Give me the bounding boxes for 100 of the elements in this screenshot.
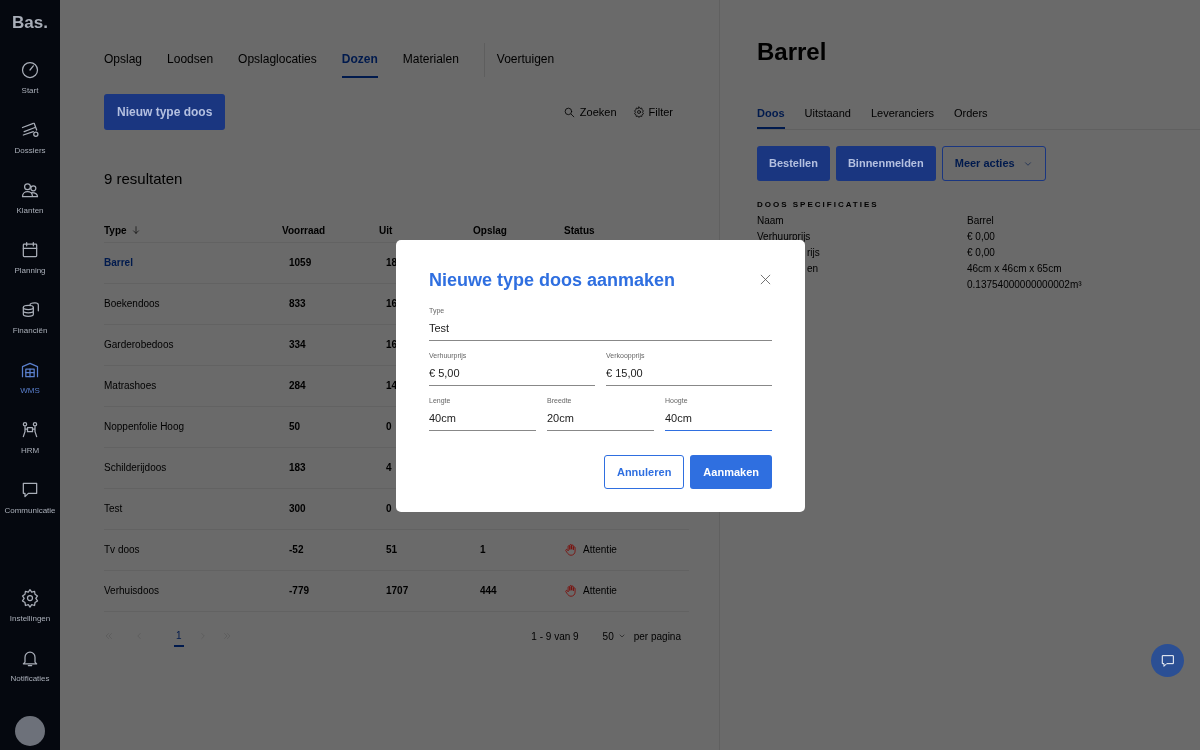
table-cell[interactable]: Garderobedoos [104,337,174,352]
sidebar-item[interactable]: Planning [14,239,46,300]
result-count: 9 resultaten [104,169,184,189]
table-cell-text: 50 [288,420,302,434]
more-actions-dropdown[interactable]: Meer acties [941,146,1046,181]
table-cell-text: 1059 [288,256,313,270]
spec-label: en [807,263,819,275]
table-cell-text: 51 [385,543,398,557]
spec-value: € 0,00 [967,231,995,243]
settings-icon [20,588,40,608]
search-button[interactable]: Zoeken [562,103,617,121]
section-title: DOOS SPECIFICATIES [757,198,879,211]
table-cell-text: 1 [479,543,487,557]
table-cell-text: 16 [385,297,398,311]
table-cell[interactable]: Test [104,501,123,516]
detail-tab[interactable]: Uitstaand [804,98,851,130]
calendar-icon [20,239,40,260]
input-field[interactable]: 40cm [665,406,772,431]
action-button[interactable]: Bestellen [757,146,830,181]
input-field[interactable]: 40cm [429,406,536,431]
nav-tab[interactable]: Loodsen [167,42,214,78]
table-cell-text: -779 [288,584,310,598]
table-cell-text: 14 [385,379,398,393]
spec-value: € 0,00 [967,247,995,259]
spec-value: 46cm x 46cm x 65cm [967,263,1062,275]
table-cell-text: -52 [288,543,305,557]
sidebar-item[interactable]: Klanten [16,179,44,240]
input-field[interactable]: Test [429,316,772,341]
detail-tab[interactable]: Doos [757,98,785,130]
sidebar-item[interactable]: Communicatie [4,479,56,540]
per-page-label: per pagina [633,629,681,644]
new-type-button[interactable]: Nieuw type doos [104,94,226,130]
table-cell[interactable]: Barrel [104,255,133,270]
column-header: Uit [379,223,394,238]
column-header[interactable]: Type [104,222,141,238]
sort-arrow-icon [130,225,141,235]
table-cell-text: 18 [385,256,398,270]
table-cell-text: 334 [288,338,307,352]
nav-tab[interactable]: Opslag [104,42,143,78]
sidebar-item[interactable]: Dossiers [14,119,46,180]
spec-label: Verhuurprijs [757,231,811,243]
table-cell-text: 16 [385,338,398,352]
detail-tab[interactable]: Orders [953,98,988,130]
gear-icon [632,106,645,118]
per-page-dropdown[interactable]: 50 [602,628,626,644]
detail-tab[interactable]: Leveranciers [871,98,934,130]
nav-tab[interactable]: Voertuigen [496,42,555,78]
table-cell-text: 300 [288,502,307,516]
spec-label: Naam [757,215,784,227]
action-button[interactable]: Binnenmelden [835,146,936,181]
table-cell[interactable]: Noppenfolie Hoog [104,419,185,434]
page-range: 1 - 9 van 9 [531,629,579,644]
avatar-circle[interactable] [15,716,45,746]
page-link[interactable]: 1 [174,625,184,647]
detail-title: Barrel [757,38,827,67]
app-logo: Bas. [12,12,48,34]
hand-icon [564,542,578,557]
cancel-button[interactable]: Annuleren [603,454,685,490]
dialog-title: Nieuwe type doos aanmaken [429,270,676,292]
table-cell-text: 284 [288,379,307,393]
nav-tab[interactable]: Opslaglocaties [238,42,317,78]
spec-value: 0.13754000000000002m³ [967,279,1082,291]
nav-tab[interactable]: Dozen [341,42,378,78]
input-field[interactable]: 20cm [547,406,654,431]
close-button[interactable] [759,273,772,286]
chat-icon [1159,652,1176,669]
sidebar-item[interactable]: WMS [20,359,40,420]
filter-button[interactable]: Filter [632,103,673,121]
coins-icon [20,299,40,320]
create-button[interactable]: Aanmaken [690,454,772,490]
sidebar-item[interactable]: HRM [20,419,40,480]
spec-value: Barrel [967,215,994,227]
column-header: Voorraad [282,223,327,238]
table-cell-text: 444 [479,584,498,598]
table-cell-text: 0 [385,420,392,434]
close-icon [759,273,772,286]
caret-icon [617,632,626,640]
input-field[interactable]: € 15,00 [606,361,772,386]
table-cell[interactable]: Tv doos [104,542,140,557]
nav-tab[interactable]: Materialen [402,42,459,78]
sidebar-item[interactable]: Financiën [12,299,48,360]
table-cell[interactable]: Matrashoes [104,378,157,393]
table-cell-text: 1707 [385,584,409,598]
status-label: Attentie [583,543,617,557]
input-field[interactable]: € 5,00 [429,361,595,386]
column-header: Opslag [473,223,508,238]
table-cell[interactable]: Boekendoos [104,296,160,311]
table-cell-text: 4 [385,461,392,475]
sidebar-item[interactable]: Instellingen [9,588,51,648]
table-cell-text: 183 [288,461,307,475]
spec-label: rijs [807,247,820,259]
sidebar-item[interactable]: Notificaties [10,648,50,708]
status-label: Attentie [583,584,617,598]
sidebar-item[interactable]: Start [20,59,40,120]
table-cell[interactable]: Schilderijdoos [104,460,167,475]
chat-button[interactable] [1151,644,1184,677]
table-cell[interactable]: Verhuisdoos [104,583,160,598]
column-header: Status [564,223,596,238]
team-icon [20,419,40,440]
hand-icon [564,583,578,598]
